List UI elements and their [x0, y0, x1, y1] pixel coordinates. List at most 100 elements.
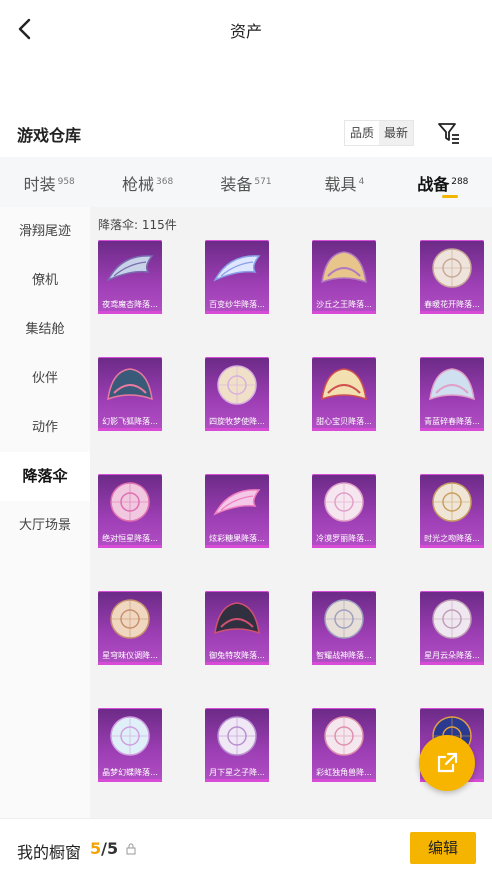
rarity-strip [205, 428, 269, 431]
item-name: 幻影飞狐降落... [102, 417, 158, 426]
top-bar: 资产 [0, 0, 492, 58]
tab-fashion[interactable]: 时装 958 [0, 157, 98, 207]
rarity-strip [312, 311, 376, 314]
tab-count: 4 [358, 176, 365, 187]
edit-button[interactable]: 编辑 [410, 832, 476, 864]
rarity-strip [98, 428, 162, 431]
item-name: 夜鸢魔杏降落... [102, 300, 158, 309]
item-name: 沙丘之王降落... [316, 300, 372, 309]
parachute-thumbnail [429, 368, 475, 401]
parachute-item-card[interactable]: 彩虹独角兽降... [312, 708, 376, 782]
item-name: 御兔特攻降落... [209, 651, 265, 660]
rarity-strip [205, 311, 269, 314]
sort-newest-button[interactable]: 最新 [379, 121, 414, 145]
parachute-item-card[interactable]: 百变纱华降落... [205, 240, 269, 314]
item-name: 四旋牧梦使降... [209, 417, 265, 426]
showcase-count: 5/5 [90, 839, 118, 858]
rarity-strip [205, 662, 269, 665]
parachute-item-card[interactable]: 青蓝碎春降落... [420, 357, 484, 431]
parachute-item-card[interactable]: 时光之吻降落... [420, 474, 484, 548]
parachute-thumbnail [321, 251, 367, 284]
parachute-item-card[interactable]: 幻影飞狐降落... [98, 357, 162, 431]
item-name: 春暖花开降落... [424, 300, 480, 309]
tab-guns[interactable]: 枪械 368 [98, 157, 196, 207]
rarity-strip [420, 545, 484, 548]
rarity-strip [420, 662, 484, 665]
tab-count: 958 [57, 176, 75, 187]
parachute-thumbnail [324, 716, 364, 756]
item-name: 月下星之子降... [209, 768, 265, 777]
rarity-strip [205, 545, 269, 548]
filter-icon [438, 123, 459, 144]
parachute-thumbnail [217, 365, 257, 405]
parachute-thumbnail [217, 716, 257, 756]
item-name: 绝对恒星降落... [102, 534, 158, 543]
parachute-thumbnail [321, 368, 367, 401]
item-name: 星穹味仪调降... [102, 651, 158, 660]
parachute-thumbnail [432, 248, 472, 288]
tab-readiness[interactable]: 战备 288 [394, 157, 492, 207]
lock-icon [126, 843, 136, 855]
share-button[interactable] [419, 735, 475, 791]
parachute-thumbnail [432, 599, 472, 639]
item-name: 甜心宝贝降落... [316, 417, 372, 426]
parachute-item-card[interactable]: 智耀战神降落... [312, 591, 376, 665]
parachute-thumbnail [110, 599, 150, 639]
parachute-item-card[interactable]: 四旋牧梦使降... [205, 357, 269, 431]
parachute-item-card[interactable]: 冷漠罗丽降落... [312, 474, 376, 548]
parachute-item-card[interactable]: 炫彩糖果降落... [205, 474, 269, 548]
item-name: 智耀战神降落... [316, 651, 372, 660]
sidebar-item-companion[interactable]: 伙伴 [0, 354, 90, 403]
rarity-strip [205, 779, 269, 782]
item-name: 晶梦幻蝶降落... [102, 768, 158, 777]
section-header: 游戏仓库 品质 最新 [0, 112, 492, 154]
tab-equipment[interactable]: 装备 571 [197, 157, 295, 207]
parachute-thumbnail [213, 255, 261, 282]
showcase-label: 我的橱窗 [17, 843, 82, 862]
parachute-thumbnail [107, 368, 153, 401]
category-tabs: 时装 958 枪械 368 装备 571 载具 4 战备 288 [0, 157, 492, 207]
item-name: 彩虹独角兽降... [316, 768, 372, 777]
rarity-strip [420, 311, 484, 314]
item-name: 冷漠罗丽降落... [316, 534, 372, 543]
sidebar-item-wingman[interactable]: 僚机 [0, 256, 90, 305]
parachute-item-card[interactable]: 沙丘之王降落... [312, 240, 376, 314]
parachute-item-card[interactable]: 御兔特攻降落... [205, 591, 269, 665]
sidebar-item-glide-trail[interactable]: 滑翔尾迹 [0, 207, 90, 256]
filter-button[interactable] [435, 119, 463, 147]
item-name: 青蓝碎春降落... [424, 417, 480, 426]
sort-quality-button[interactable]: 品质 [345, 121, 380, 145]
parachute-item-card[interactable]: 夜鸢魔杏降落... [98, 240, 162, 314]
sidebar-item-parachute[interactable]: 降落伞 [0, 452, 90, 501]
tab-count: 571 [254, 176, 272, 187]
parachute-item-card[interactable]: 晶梦幻蝶降落... [98, 708, 162, 782]
rarity-strip [98, 311, 162, 314]
parachute-item-card[interactable]: 月下星之子降... [205, 708, 269, 782]
parachute-thumbnail [324, 482, 364, 522]
section-title: 游戏仓库 [17, 126, 82, 145]
tab-active-indicator [441, 195, 458, 198]
item-name: 炫彩糖果降落... [209, 534, 265, 543]
item-name: 星月云朵降落... [424, 651, 480, 660]
subcategory-sidebar: 滑翔尾迹 僚机 集结舱 伙伴 动作 降落伞 大厅场景 [0, 207, 90, 818]
bottom-bar: 我的橱窗 5/5 编辑 [0, 818, 492, 876]
parachute-item-card[interactable]: 绝对恒星降落... [98, 474, 162, 548]
parachute-item-card[interactable]: 星月云朵降落... [420, 591, 484, 665]
parachute-thumbnail [110, 716, 150, 756]
tab-label: 装备 [220, 175, 253, 194]
item-name: 时光之吻降落... [424, 534, 480, 543]
parachute-thumbnail [110, 482, 150, 522]
parachute-item-card[interactable]: 星穹味仪调降... [98, 591, 162, 665]
parachute-thumbnail [106, 255, 154, 282]
showcase-current: 5 [90, 839, 102, 858]
rarity-strip [98, 545, 162, 548]
sidebar-item-emote[interactable]: 动作 [0, 403, 90, 452]
item-count-label: 降落伞: 115件 [98, 218, 177, 232]
sidebar-item-pod[interactable]: 集结舱 [0, 305, 90, 354]
parachute-item-card[interactable]: 甜心宝贝降落... [312, 357, 376, 431]
sidebar-item-lobby-scene[interactable]: 大厅场景 [0, 501, 90, 550]
tab-label: 战备 [417, 175, 450, 194]
tab-vehicles[interactable]: 载具 4 [295, 157, 393, 207]
parachute-item-card[interactable]: 春暖花开降落... [420, 240, 484, 314]
rarity-strip [98, 779, 162, 782]
